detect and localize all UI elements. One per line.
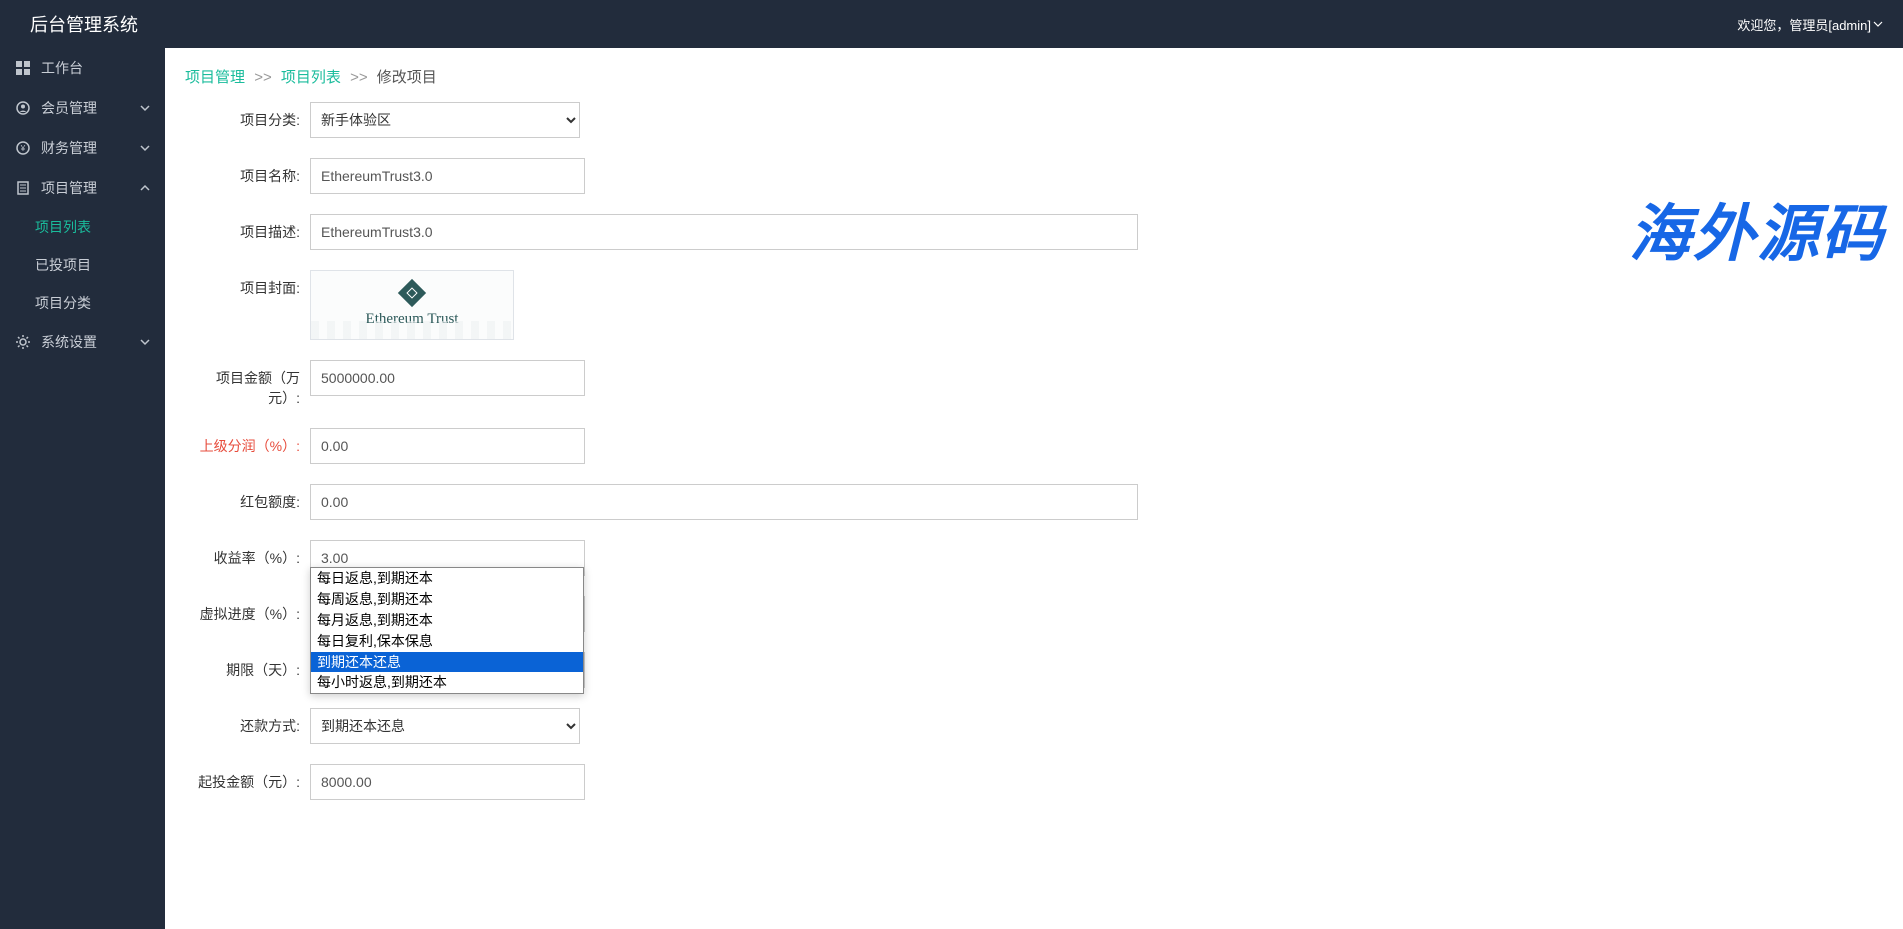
breadcrumb-sep: >> <box>350 69 368 86</box>
label-yield: 收益率（%）: <box>185 540 310 568</box>
finance-icon: ¥ <box>15 140 31 156</box>
label-repay: 还款方式: <box>185 708 310 736</box>
repay-option[interactable]: 到期还本还息 <box>311 652 583 673</box>
repay-option[interactable]: 每小时返息,到期还本 <box>311 672 583 693</box>
chevron-down-icon <box>140 337 150 347</box>
amount-input[interactable] <box>310 360 585 396</box>
welcome-text: 欢迎您，管理员[admin] <box>1737 15 1871 34</box>
sidebar-item-members[interactable]: 会员管理 <box>0 88 165 128</box>
repay-select[interactable]: 到期还本还息 <box>310 708 580 744</box>
sidebar-label: 系统设置 <box>41 332 97 352</box>
sidebar-label: 财务管理 <box>41 138 97 158</box>
repay-dropdown-listbox[interactable]: 每日返息,到期还本每周返息,到期还本每月返息,到期还本每日复利,保本保息到期还本… <box>310 567 584 694</box>
sidebar-submenu-projects: 项目列表 已投项目 项目分类 <box>0 208 165 322</box>
redpack-input[interactable] <box>310 484 1138 520</box>
breadcrumb-link-1[interactable]: 项目管理 <box>185 69 245 86</box>
sidebar-sub-project-list[interactable]: 项目列表 <box>0 208 165 246</box>
commission-input[interactable] <box>310 428 585 464</box>
chevron-up-icon <box>140 183 150 193</box>
svg-text:¥: ¥ <box>20 144 26 153</box>
label-cover: 项目封面: <box>185 270 310 298</box>
label-min: 起投金额（元）: <box>185 764 310 792</box>
edit-project-form: 项目分类: 新手体验区 项目名称: 项目描述: <box>165 102 1903 800</box>
breadcrumb: 项目管理 >> 项目列表 >> 修改项目 <box>165 48 1903 102</box>
repay-option[interactable]: 每日返息,到期还本 <box>311 568 583 589</box>
repay-option[interactable]: 每日复利,保本保息 <box>311 631 583 652</box>
chevron-down-icon <box>1873 19 1883 29</box>
chevron-down-icon <box>140 103 150 113</box>
desc-input[interactable] <box>310 214 1138 250</box>
breadcrumb-current: 修改项目 <box>377 69 437 86</box>
sidebar-item-projects[interactable]: 项目管理 <box>0 168 165 208</box>
name-input[interactable] <box>310 158 585 194</box>
breadcrumb-link-2[interactable]: 项目列表 <box>281 69 341 86</box>
label-term: 期限（天）: <box>185 652 310 680</box>
label-redpack: 红包额度: <box>185 484 310 512</box>
sidebar-label: 工作台 <box>41 58 83 78</box>
gear-icon <box>15 334 31 350</box>
sidebar: 工作台 会员管理 ¥ 财务管理 <box>0 48 165 929</box>
user-icon <box>15 100 31 116</box>
app-title: 后台管理系统 <box>30 11 138 37</box>
sidebar-sub-project-cat[interactable]: 项目分类 <box>0 284 165 322</box>
project-icon <box>15 180 31 196</box>
label-amount: 项目金额（万元）: <box>185 360 310 408</box>
chevron-down-icon <box>140 143 150 153</box>
sidebar-label: 项目管理 <box>41 178 97 198</box>
sidebar-item-finance[interactable]: ¥ 财务管理 <box>0 128 165 168</box>
label-progress: 虚拟进度（%）: <box>185 596 310 624</box>
header-bar: 后台管理系统 欢迎您，管理员[admin] <box>0 0 1903 48</box>
cover-upload[interactable]: Ethereum Trust <box>310 270 514 340</box>
sidebar-sub-invested[interactable]: 已投项目 <box>0 246 165 284</box>
cover-decoration <box>311 321 513 339</box>
label-name: 项目名称: <box>185 158 310 186</box>
breadcrumb-sep: >> <box>254 69 272 86</box>
sidebar-label: 会员管理 <box>41 98 97 118</box>
repay-option[interactable]: 每周返息,到期还本 <box>311 589 583 610</box>
user-menu[interactable]: 欢迎您，管理员[admin] <box>1737 15 1883 34</box>
dashboard-icon <box>15 60 31 76</box>
category-select[interactable]: 新手体验区 <box>310 102 580 138</box>
repay-option[interactable]: 每月返息,到期还本 <box>311 610 583 631</box>
main-content: 项目管理 >> 项目列表 >> 修改项目 项目分类: 新手体验区 项目名称: <box>165 48 1903 929</box>
label-category: 项目分类: <box>185 102 310 130</box>
sidebar-item-dashboard[interactable]: 工作台 <box>0 48 165 88</box>
label-commission: 上级分润（%）: <box>185 428 310 456</box>
min-input[interactable] <box>310 764 585 800</box>
label-desc: 项目描述: <box>185 214 310 242</box>
sidebar-item-settings[interactable]: 系统设置 <box>0 322 165 362</box>
